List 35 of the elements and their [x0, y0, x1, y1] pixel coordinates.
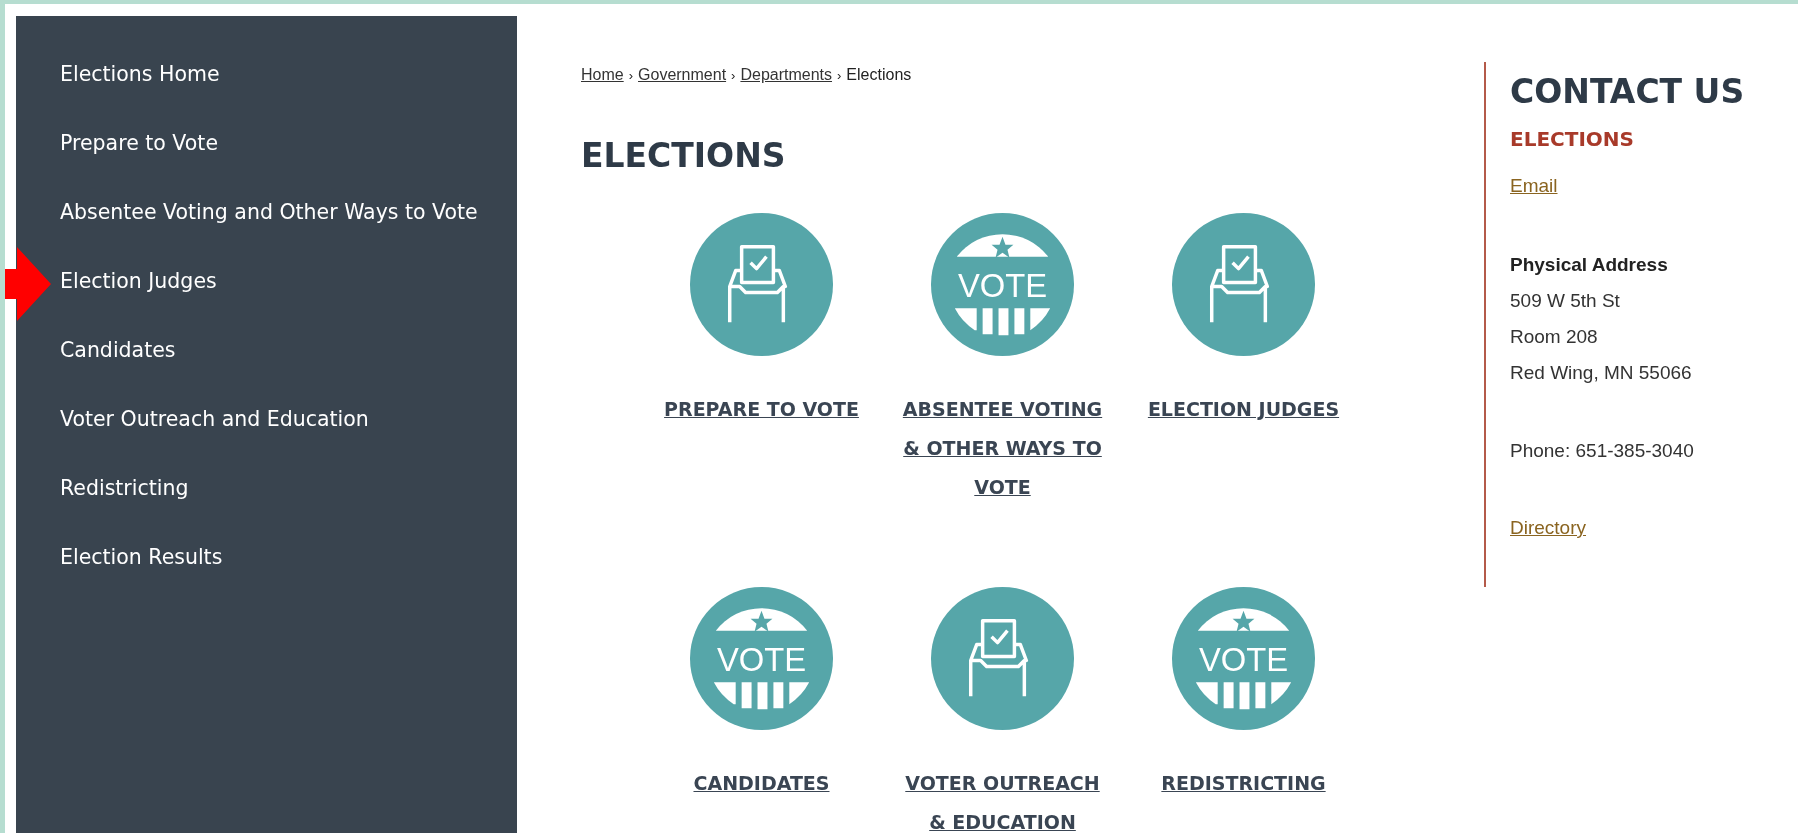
tile-link[interactable]: VOTER OUTREACH & EDUCATION	[902, 764, 1103, 833]
sidebar-link[interactable]: Elections Home	[60, 56, 220, 125]
breadcrumb-separator: ›	[837, 68, 842, 83]
sidebar-link[interactable]: Voter Outreach and Education	[60, 401, 369, 470]
address-line: Red Wing, MN 55066	[1510, 361, 1692, 385]
sidebar-link[interactable]: Election Judges	[60, 263, 217, 332]
breadcrumb-link[interactable]: Government	[638, 66, 727, 84]
address-line: Room 208	[1510, 325, 1598, 349]
address-line: 509 W 5th St	[1510, 289, 1620, 313]
address-label: Physical Address	[1510, 253, 1668, 277]
sidebar-link[interactable]: Candidates	[60, 332, 176, 401]
sidebar-link[interactable]: Absentee Voting and Other Ways to Vote	[60, 194, 478, 263]
phone-number: Phone: 651-385-3040	[1510, 439, 1694, 463]
ballot-box-icon[interactable]	[690, 213, 833, 356]
directory-link[interactable]: Directory	[1510, 517, 1586, 539]
tile-link[interactable]: ABSENTEE VOTING & OTHER WAYS TO VOTE	[902, 390, 1103, 507]
department-name: ELECTIONS	[1510, 127, 1634, 151]
tile-link[interactable]: PREPARE TO VOTE	[661, 390, 862, 429]
tile-link[interactable]: CANDIDATES	[661, 764, 862, 803]
breadcrumb-separator: ›	[628, 68, 634, 83]
contact-heading: CONTACT US	[1510, 72, 1745, 111]
pointer-arrow-icon	[5, 247, 51, 321]
ballot-box-icon[interactable]	[1172, 213, 1315, 356]
sidebar-link[interactable]: Election Results	[60, 539, 223, 608]
breadcrumb-link[interactable]: Home	[581, 66, 624, 84]
breadcrumb-link[interactable]: Departments	[740, 66, 832, 84]
breadcrumb-current: Elections	[846, 66, 912, 84]
ballot-box-icon[interactable]	[931, 587, 1074, 730]
page-heading: ELECTIONS	[581, 136, 787, 175]
sidebar-link[interactable]: Redistricting	[60, 470, 189, 539]
breadcrumb-separator: ›	[731, 68, 736, 83]
email-link[interactable]: Email	[1510, 175, 1558, 197]
tile-link[interactable]: REDISTRICTING	[1143, 764, 1344, 803]
sidebar-link[interactable]: Prepare to Vote	[60, 125, 218, 194]
tile-link[interactable]: ELECTION JUDGES	[1143, 390, 1344, 429]
